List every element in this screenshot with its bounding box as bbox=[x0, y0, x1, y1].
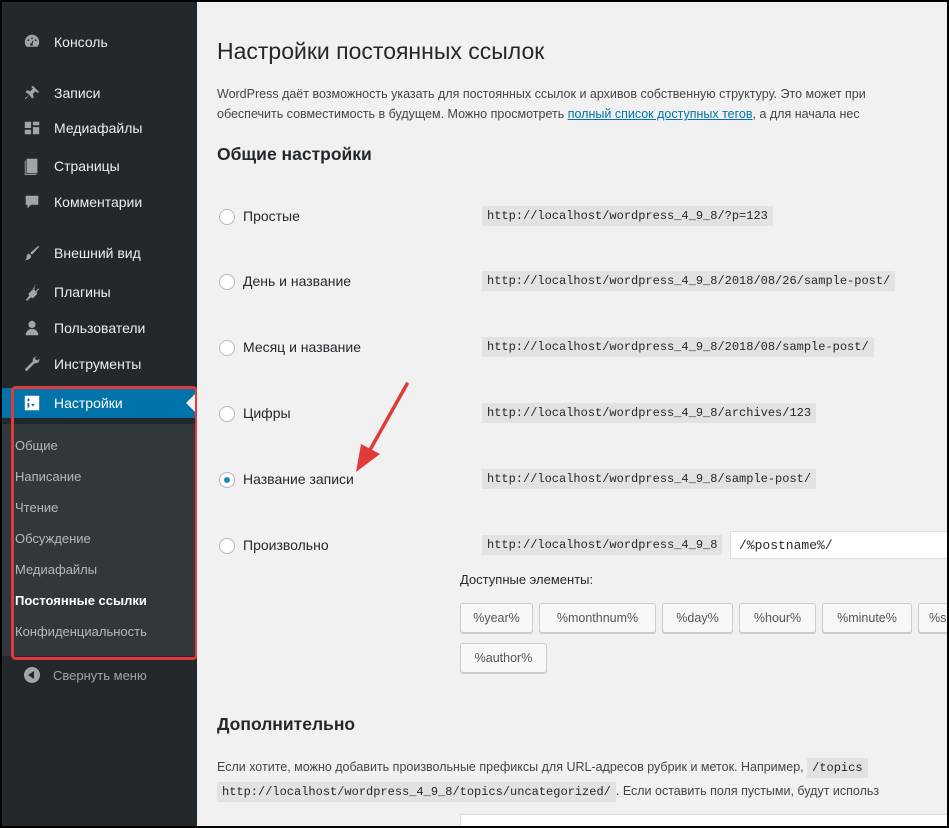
annotation-arrow-icon bbox=[356, 382, 409, 472]
screenshot-frame: Консоль Записи Медиафайлы Страницы Комме bbox=[0, 0, 949, 828]
